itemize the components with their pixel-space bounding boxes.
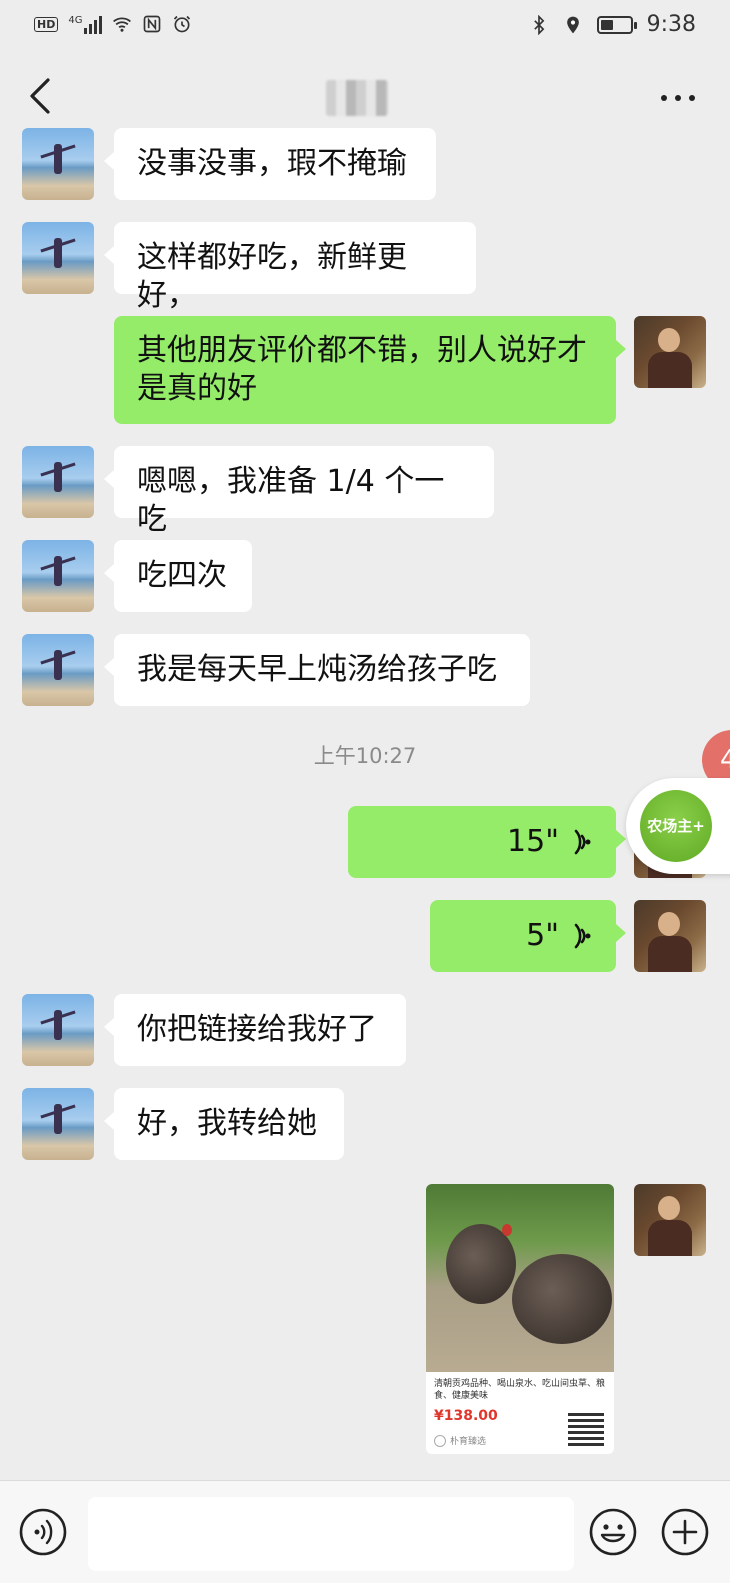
alarm-icon [174,15,191,33]
nfc-icon [144,15,161,33]
qr-code [568,1410,604,1446]
message-text: 这样都好吃，新鲜更好， [137,240,407,313]
voice-icon[interactable] [18,1507,68,1557]
message-text: 我是每天早上炖汤给孩子吃 [137,652,497,687]
message-bubble-received[interactable]: 嗯嗯，我准备 1/4 个一吃 [104,446,494,537]
message-text: 好，我转给她 [137,1106,317,1141]
farm-owner-button[interactable]: 农场主+ [626,778,730,874]
back-arrow-icon[interactable] [20,72,60,120]
more-options-icon[interactable] [658,78,698,118]
contact-avatar[interactable] [22,994,94,1066]
voice-duration: 5" [526,918,559,953]
contact-avatar[interactable] [22,446,94,518]
message-text: 你把链接给我好了 [137,1012,377,1047]
my-avatar[interactable] [634,316,706,388]
product-description: 清朝贡鸡品种、喝山泉水、吃山间虫草、粮食、健康美味 [434,1379,606,1401]
message-text: 没事没事，瑕不掩瑜 [137,146,407,181]
farm-globe-icon: 农场主+ [640,790,712,862]
shop-name: 朴育臻选 [434,1434,486,1447]
plus-icon[interactable] [660,1507,710,1557]
product-card[interactable]: 清朝贡鸡品种、喝山泉水、吃山间虫草、粮食、健康美味 ¥138.00 朴育臻选 [426,1184,614,1454]
message-bubble-received[interactable]: 我是每天早上炖汤给孩子吃 [104,634,530,706]
voice-message-bubble[interactable]: 15" [348,806,626,878]
status-time: 9:38 [646,12,696,37]
message-text: 嗯嗯，我准备 1/4 个一吃 [137,464,445,537]
message-bubble-sent[interactable]: 其他朋友评价都不错，别人说好才是真的好 [114,316,626,424]
emoji-icon[interactable] [588,1507,638,1557]
input-bar [0,1480,730,1583]
voice-duration: 15" [507,824,559,859]
wifi-icon [113,17,132,32]
message-text: 其他朋友评价都不错，别人说好才是真的好 [137,333,587,406]
voice-wave-icon [574,923,591,949]
message-input[interactable] [88,1497,574,1571]
contact-name-blurred [326,80,388,116]
contact-avatar[interactable] [22,634,94,706]
contact-avatar[interactable] [22,1088,94,1160]
my-avatar[interactable] [634,1184,706,1256]
status-bar: HD 4G 9:38 [0,0,730,54]
message-bubble-received[interactable]: 这样都好吃，新鲜更好， [104,222,476,313]
message-bubble-received[interactable]: 你把链接给我好了 [104,994,406,1066]
signal-icon: 4G [68,14,103,34]
contact-avatar[interactable] [22,222,94,294]
message-bubble-received[interactable]: 好，我转给她 [104,1088,344,1160]
message-text: 吃四次 [137,558,227,593]
my-avatar[interactable] [634,900,706,972]
contact-avatar[interactable] [22,128,94,200]
location-icon [566,16,579,33]
product-price: ¥138.00 [434,1408,498,1424]
chat-timestamp: 上午10:27 [313,744,417,768]
contact-avatar[interactable] [22,540,94,612]
product-photo [426,1184,614,1372]
voice-message-bubble[interactable]: 5" [430,900,626,972]
hd-indicator: HD [34,16,59,32]
voice-wave-icon [574,829,591,855]
bluetooth-icon [533,14,544,35]
message-bubble-received[interactable]: 没事没事，瑕不掩瑜 [104,128,436,200]
message-bubble-received[interactable]: 吃四次 [104,540,252,612]
shop-logo-icon [434,1434,446,1447]
battery-icon [596,15,637,34]
